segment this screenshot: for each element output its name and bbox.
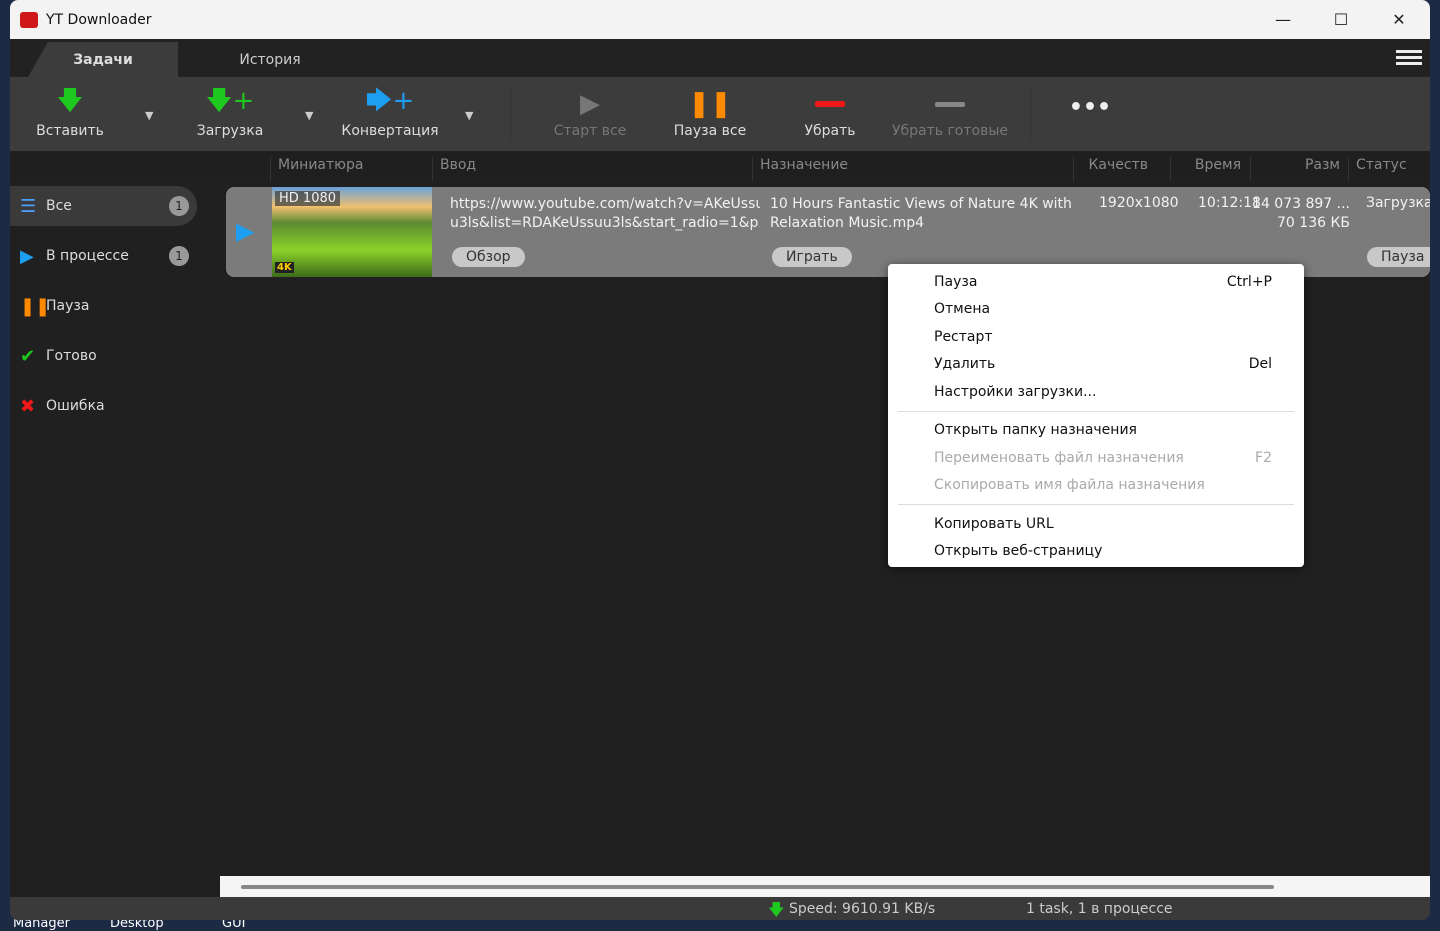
title-bar: YT Downloader — ☐ ✕ [10,0,1430,39]
menu-divider [898,410,1294,412]
menu-divider [898,504,1294,505]
menu-item-restart[interactable]: Рестарт [888,323,1304,351]
paste-label: Вставить [36,123,104,139]
task-count-text: 1 task, 1 в процессе [1026,901,1173,917]
pause-all-button[interactable]: ❚❚ Пауза все [655,85,765,139]
start-all-label: Старт все [553,123,627,139]
task-status: Загрузка: 9 [1366,195,1430,211]
list-icon: ☰ [20,195,37,217]
sidebar-item-in-progress[interactable]: ▶ В процессе 1 [10,236,197,276]
label: Ошибка [46,398,105,414]
sidebar-item-all[interactable]: ☰ Все 1 [10,186,197,226]
more-button[interactable]: ••• [1035,95,1145,120]
menu-item-copy-url[interactable]: Копировать URL [888,510,1304,538]
play-icon[interactable]: ▶ [236,217,254,245]
menu-item-open-webpage[interactable]: Открыть веб-страницу [888,538,1304,566]
col-size[interactable]: Разм [1250,157,1342,181]
hd-badge: HD 1080 [275,191,341,206]
convert-label: Конвертация [341,123,439,139]
remove-label: Убрать [804,123,856,139]
menu-item-download-settings[interactable]: Настройки загрузки... [888,378,1304,406]
menu-item-rename-file: Переименовать файл назначения F2 [934,449,1272,466]
task-destination: 10 Hours Fantastic Views of Nature 4K wi… [770,196,1072,212]
minus-red-icon [775,85,885,123]
convert-add-icon: 🡆+ [365,86,415,116]
status-bar: 🡇 Speed: 9610.91 KB/s 1 task, 1 в процес… [10,897,1430,920]
label: В процессе [46,248,129,264]
count-badge: 1 [169,246,189,266]
scrollbar-thumb[interactable] [241,885,1274,889]
check-icon: ✔ [20,345,36,367]
task-size: 14 073 897 ... [1252,196,1350,212]
play-icon: ▶ [20,245,34,267]
task-quality: 1920x1080 [1099,195,1179,211]
browse-button[interactable]: Обзор [452,247,525,267]
column-header: Миниатюра Ввод Назначение Качеств Время … [10,151,1430,181]
download-button[interactable]: 🡇+ Загрузка [175,85,285,139]
horizontal-scrollbar[interactable] [220,876,1430,897]
close-button[interactable]: ✕ [1370,0,1428,39]
remove-done-button[interactable]: Убрать готовые [890,85,1010,139]
label: Пауза [46,298,90,314]
menu-item-copy-filename: Скопировать имя файла назначения [934,477,1205,494]
convert-button[interactable]: 🡆+ Конвертация [335,85,445,139]
context-menu: Пауза Ctrl+P Отмена Рестарт Удалить Del На… [888,264,1304,567]
hamburger-menu-icon[interactable] [1396,47,1422,69]
tab-history[interactable]: История [200,42,340,77]
count-badge: 1 [169,196,189,216]
download-add-icon: 🡇+ [205,86,255,116]
task-size-total: 70 136 КБ [1277,215,1350,231]
remove-done-label: Убрать готовые [891,123,1009,139]
maximize-button[interactable]: ☐ [1312,0,1370,39]
col-time[interactable]: Время [1170,157,1250,181]
arrow-down-icon: 🡇 [56,86,84,116]
tab-tasks[interactable]: Задачи [28,42,178,77]
task-url: https://www.youtube.com/watch?v=AKeUssu [450,196,760,212]
app-icon [20,11,38,28]
speed-arrow-icon: 🡇 [768,900,785,919]
play-icon: ▶ [580,89,600,119]
sidebar-item-error[interactable]: ✖ Ошибка [10,386,197,426]
pause-icon: ❚❚ [688,89,732,119]
remove-button[interactable]: Убрать [775,85,885,139]
label: Готово [46,348,97,364]
menu-item-pause[interactable]: Пауза Ctrl+P [888,268,1304,296]
speed-text: Speed: 9610.91 KB/s [789,901,936,917]
sidebar-item-paused[interactable]: ❚❚ Пауза [10,286,197,326]
col-quality[interactable]: Качеств [1073,157,1168,181]
pause-icon: ❚❚ [20,295,51,317]
sidebar: ☰ Все 1 ▶ В процессе 1 ❚❚ Пауза ✔ Готово ✖ Ошиб… [10,181,220,436]
pause-all-label: Пауза все [673,123,747,139]
minus-grey-icon [890,85,1010,123]
video-thumbnail: HD 1080 4K [272,187,432,277]
paste-button[interactable]: 🡇 Вставить [15,85,125,139]
col-status[interactable]: Статус [1348,157,1407,181]
task-destination-cont: Relaxation Music.mp4 [770,215,925,231]
minimize-button[interactable]: — [1254,0,1312,39]
convert-dropdown-icon[interactable]: ▼ [465,109,473,122]
menu-item-open-folder[interactable]: Открыть папку назначения [888,417,1304,445]
col-destination[interactable]: Назначение [752,157,848,181]
window-title: YT Downloader [46,11,152,28]
sidebar-item-done[interactable]: ✔ Готово [10,336,197,376]
label: Все [46,198,72,214]
col-thumbnail[interactable]: Миниатюра [270,157,363,181]
play-button[interactable]: Играть [772,247,852,267]
paste-dropdown-icon[interactable]: ▼ [145,109,153,122]
x-icon: ✖ [20,395,36,417]
4k-badge: 4K [275,262,294,273]
menu-item-cancel[interactable]: Отмена [888,296,1304,324]
download-label: Загрузка [196,123,264,139]
pause-button[interactable]: Пауза [1367,247,1430,267]
menu-item-delete[interactable]: Удалить Del [888,351,1304,379]
task-url-cont: u3ls&list=RDAKeUssuu3ls&start_radio=1&p.… [450,215,760,231]
start-all-button[interactable]: ▶ Старт все [535,85,645,139]
col-input[interactable]: Ввод [432,157,476,181]
download-dropdown-icon[interactable]: ▼ [305,109,313,122]
